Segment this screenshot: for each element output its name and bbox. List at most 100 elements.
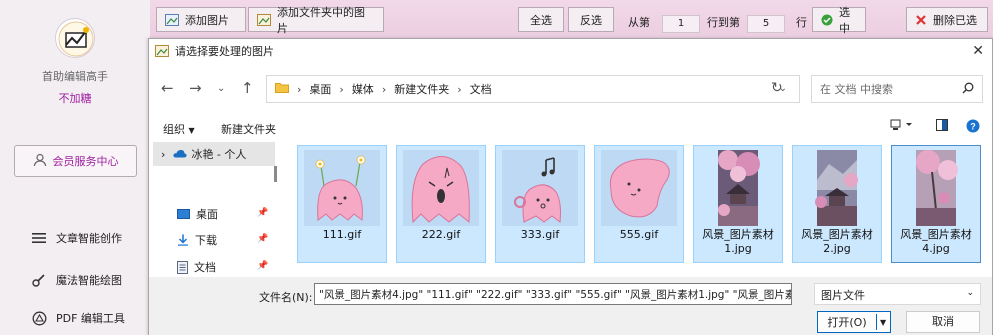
- file-name: 222.gif: [421, 228, 461, 241]
- row-unit-label: 行: [796, 16, 807, 29]
- breadcrumb-item[interactable]: 媒体: [352, 81, 374, 97]
- dialog-footer: 文件名(N): "风景_图片素材4.jpg" "111.gif" "222.gi…: [149, 277, 992, 335]
- delete-selected-button[interactable]: 删除已选: [906, 7, 988, 32]
- file-name: 555.gif: [619, 228, 659, 241]
- select-range-label: 选中: [839, 5, 850, 35]
- file-item[interactable]: 风景_图片素材4.jpg: [891, 145, 981, 263]
- dialog-image-icon: [155, 45, 169, 57]
- tree-item-documents[interactable]: 文档: [177, 259, 216, 275]
- breadcrumb-separator-icon: ›: [297, 82, 302, 96]
- chevron-down-icon: ⌄: [966, 288, 974, 298]
- breadcrumb-item[interactable]: 桌面: [309, 81, 331, 97]
- file-thumbnail: [700, 150, 776, 226]
- breadcrumb-separator-icon: ›: [339, 82, 344, 96]
- document-icon: [177, 260, 188, 274]
- tree-item-label: 桌面: [196, 208, 218, 221]
- file-open-dialog: 请选择要处理的图片 ✕ ← → ⌄ ↑ › 桌面 › 媒体 › 新建文件夹 › …: [148, 38, 993, 335]
- member-center-button[interactable]: 会员服务中心: [14, 145, 137, 177]
- file-thumbnail: [601, 150, 677, 226]
- tree-scrollbar[interactable]: [274, 166, 277, 182]
- cloud-icon: [173, 148, 187, 161]
- file-thumbnail: [502, 150, 578, 226]
- file-name: 风景_图片素材1.jpg: [702, 228, 774, 255]
- tree-item-downloads[interactable]: 下载: [177, 232, 217, 248]
- tree-root-label: 冰艳 - 个人: [191, 148, 247, 161]
- file-name: 风景_图片素材4.jpg: [900, 228, 972, 255]
- download-icon: [177, 234, 189, 246]
- folder-icon: [275, 82, 289, 96]
- tree-item-onedrive[interactable]: › 冰艳 - 个人: [153, 142, 275, 166]
- file-item[interactable]: 222.gif: [396, 145, 486, 263]
- pin-icon: 📌: [257, 234, 269, 244]
- filename-input[interactable]: "风景_图片素材4.jpg" "111.gif" "222.gif" "333.…: [314, 283, 792, 305]
- menu-lines-icon: [30, 232, 48, 244]
- left-panel: 首助编辑高手 不加糖 会员服务中心 文章智能创作 魔法智能绘图 PDF 编辑工具: [0, 0, 150, 335]
- breadcrumb-item[interactable]: 文档: [470, 81, 492, 97]
- chevron-down-icon: ▼: [188, 126, 195, 135]
- add-images-button[interactable]: 添加图片: [156, 7, 246, 32]
- search-icon: [962, 82, 974, 97]
- cancel-button[interactable]: 取消: [906, 311, 980, 333]
- nav-label: PDF 编辑工具: [56, 312, 125, 325]
- breadcrumb-item[interactable]: 新建文件夹: [394, 81, 449, 97]
- tree-item-desktop[interactable]: 桌面: [177, 206, 218, 222]
- nav-label: 魔法智能绘图: [56, 274, 122, 287]
- filetype-select[interactable]: 图片文件 ⌄: [814, 283, 981, 305]
- history-chevron-icon[interactable]: ⌄: [217, 83, 225, 94]
- nav-label: 文章智能创作: [56, 232, 122, 245]
- select-all-button[interactable]: 全选: [518, 7, 564, 32]
- from-row-input[interactable]: 1: [662, 15, 700, 33]
- command-bar: 组织 ▼ 新建文件夹 ?: [149, 115, 992, 141]
- add-folder-images-button[interactable]: 添加文件夹中的图片: [248, 6, 384, 35]
- to-row-label: 行到第: [707, 16, 740, 29]
- open-label: 打开(O): [827, 316, 867, 329]
- organize-label: 组织: [163, 123, 185, 136]
- preview-pane-icon[interactable]: [936, 119, 948, 134]
- pin-icon: 📌: [257, 261, 269, 271]
- member-center-label: 会员服务中心: [52, 155, 119, 168]
- forward-arrow-icon[interactable]: →: [189, 79, 202, 97]
- organize-menu[interactable]: 组织 ▼: [163, 121, 195, 137]
- file-thumbnail: [898, 150, 974, 226]
- pdf-icon: [30, 311, 48, 326]
- dialog-title: 请选择要处理的图片: [175, 45, 274, 58]
- address-bar[interactable]: › 桌面 › 媒体 › 新建文件夹 › 文档 ⌄: [266, 75, 800, 103]
- svg-text:?: ?: [970, 122, 976, 132]
- file-name: 风景_图片素材2.jpg: [801, 228, 873, 255]
- close-icon[interactable]: ✕: [972, 43, 984, 59]
- dialog-navigation: ← → ⌄ ↑ › 桌面 › 媒体 › 新建文件夹 › 文档 ⌄ ↻ 在 文档 …: [149, 63, 992, 111]
- refresh-icon[interactable]: ↻: [771, 80, 783, 96]
- search-input[interactable]: 在 文档 中搜索: [811, 75, 983, 103]
- navigation-tree: › 冰艳 - 个人 桌面 📌 下载 📌 文档 📌: [149, 142, 279, 274]
- open-button[interactable]: 打开(O) ▼: [817, 311, 891, 333]
- search-placeholder: 在 文档 中搜索: [820, 83, 893, 96]
- desktop-icon: [177, 209, 190, 219]
- app-window: { "app": { "name": "首助编辑高手", "tagline": …: [0, 0, 993, 335]
- expand-chevron-icon: ›: [161, 147, 166, 161]
- nav-pdf-tools[interactable]: PDF 编辑工具: [30, 310, 125, 326]
- nav-magic-drawing[interactable]: 魔法智能绘图: [30, 272, 122, 288]
- up-arrow-icon[interactable]: ↑: [241, 79, 254, 97]
- pin-icon: 📌: [257, 208, 269, 218]
- file-item[interactable]: 111.gif: [297, 145, 387, 263]
- view-options-icon[interactable]: [890, 119, 914, 134]
- file-item[interactable]: 555.gif: [594, 145, 684, 263]
- back-arrow-icon[interactable]: ←: [161, 79, 174, 97]
- invert-selection-button[interactable]: 反选: [568, 7, 614, 32]
- open-dropdown-icon[interactable]: ▼: [880, 318, 886, 327]
- breadcrumb-separator-icon: ›: [457, 82, 462, 96]
- new-folder-button[interactable]: 新建文件夹: [221, 121, 276, 137]
- folder-image-icon: [257, 13, 271, 26]
- to-row-input[interactable]: 5: [747, 15, 785, 33]
- file-name: 333.gif: [520, 228, 560, 241]
- file-name: 111.gif: [322, 228, 362, 241]
- file-item[interactable]: 风景_图片素材2.jpg: [792, 145, 882, 263]
- nav-article-creation[interactable]: 文章智能创作: [30, 230, 122, 246]
- file-item[interactable]: 333.gif: [495, 145, 585, 263]
- select-range-button[interactable]: 选中: [812, 6, 866, 35]
- file-item[interactable]: 风景_图片素材1.jpg: [693, 145, 783, 263]
- brush-icon: [30, 273, 48, 287]
- help-icon[interactable]: ?: [966, 119, 980, 136]
- file-thumbnail: [799, 150, 875, 226]
- delete-x-icon: [915, 14, 927, 26]
